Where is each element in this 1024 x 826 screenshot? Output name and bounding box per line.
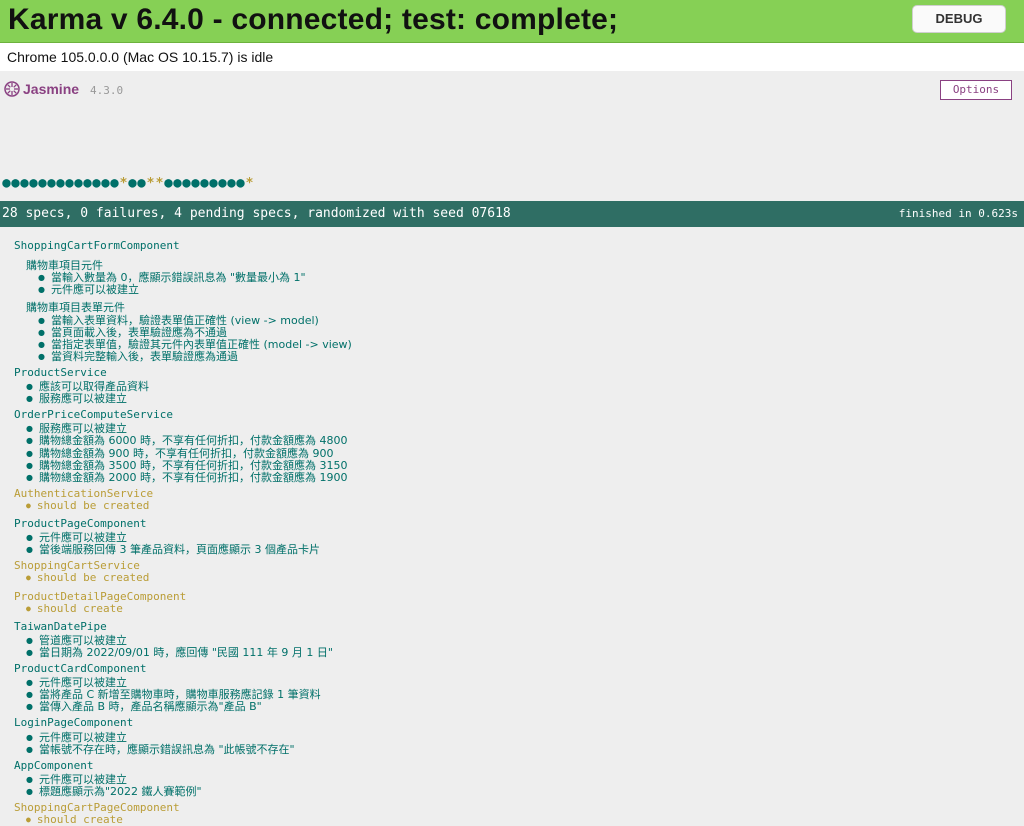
summary-text: 28 specs, 0 failures, 4 pending specs, r…: [2, 206, 511, 221]
pending-spec-dot[interactable]: *: [146, 176, 155, 191]
passed-spec-dot[interactable]: ●: [56, 175, 65, 191]
suite-link[interactable]: AppComponent: [14, 759, 93, 772]
suite-link[interactable]: AuthenticationService: [14, 487, 153, 500]
suite-link[interactable]: ProductService: [14, 366, 107, 379]
passed-spec-dot[interactable]: ●: [164, 175, 173, 191]
jasmine-version: 4.3.0: [90, 84, 124, 97]
spec-link[interactable]: 當日期為 2022/09/01 時，應回傳 "民國 111 年 9 月 1 日": [26, 644, 333, 660]
suite-link[interactable]: OrderPriceComputeService: [14, 408, 173, 421]
passed-spec-dot[interactable]: ●: [11, 175, 20, 191]
passed-spec-dot[interactable]: ●: [137, 175, 146, 191]
passed-spec-dot[interactable]: ●: [47, 175, 56, 191]
passed-spec-dot[interactable]: ●: [209, 175, 218, 191]
spec-dots: ●●●●●●●●●●●●●*●●**●●●●●●●●●*: [2, 172, 254, 191]
passed-spec-dot[interactable]: ●: [173, 175, 182, 191]
jasmine-header: Jasmine 4.3.0 Options: [0, 71, 1024, 107]
debug-button[interactable]: DEBUG: [912, 5, 1006, 33]
suite-link[interactable]: ShoppingCartFormComponent: [14, 239, 180, 252]
passed-spec-dot[interactable]: ●: [92, 175, 101, 191]
passed-spec-dot[interactable]: ●: [74, 175, 83, 191]
passed-spec-dot[interactable]: ●: [191, 175, 200, 191]
suite-link[interactable]: ProductPageComponent: [14, 517, 146, 530]
jasmine-logo-text: Jasmine: [23, 81, 80, 97]
pending-spec-dot[interactable]: *: [119, 176, 128, 191]
spec-link[interactable]: should create: [26, 813, 123, 826]
spec-link[interactable]: 當資料完整輸入後，表單驗證應為通過: [38, 348, 238, 364]
suite-link[interactable]: LoginPageComponent: [14, 716, 133, 729]
suite-link[interactable]: TaiwanDatePipe: [14, 620, 107, 633]
karma-banner: Karma v 6.4.0 - connected; test: complet…: [0, 0, 1024, 43]
passed-spec-dot[interactable]: ●: [29, 175, 38, 191]
spec-link[interactable]: 當傳入產品 B 時，產品名稱應顯示為"產品 B": [26, 698, 262, 714]
passed-spec-dot[interactable]: ●: [38, 175, 47, 191]
spec-link[interactable]: 當後端服務回傳 3 筆產品資料，頁面應顯示 3 個產品卡片: [26, 541, 320, 557]
jasmine-reporter: Jasmine 4.3.0 Options ●●●●●●●●●●●●●*●●**…: [0, 71, 1024, 826]
suite-link[interactable]: ProductDetailPageComponent: [14, 590, 186, 603]
pending-spec-dot[interactable]: *: [155, 176, 164, 191]
suite-link[interactable]: ShoppingCartPageComponent: [14, 801, 180, 814]
spec-link[interactable]: 標題應顯示為"2022 鐵人賽範例": [26, 783, 202, 799]
jasmine-flower-icon: [4, 81, 20, 97]
spec-link[interactable]: should be created: [26, 499, 150, 512]
options-button[interactable]: Options: [940, 80, 1012, 100]
spec-link[interactable]: should be created: [26, 571, 150, 584]
pending-spec-dot[interactable]: *: [245, 176, 254, 191]
summary-bar: 28 specs, 0 failures, 4 pending specs, r…: [0, 201, 1024, 227]
duration-text: finished in 0.623s: [898, 207, 1018, 220]
passed-spec-dot[interactable]: ●: [200, 175, 209, 191]
spec-link[interactable]: 當帳號不存在時，應顯示錯誤訊息為 "此帳號不存在": [26, 741, 295, 757]
passed-spec-dot[interactable]: ●: [182, 175, 191, 191]
karma-title: Karma v 6.4.0 - connected; test: complet…: [8, 3, 619, 36]
passed-spec-dot[interactable]: ●: [128, 175, 137, 191]
spec-link[interactable]: 服務應可以被建立: [26, 390, 127, 406]
passed-spec-dot[interactable]: ●: [65, 175, 74, 191]
passed-spec-dot[interactable]: ●: [83, 175, 92, 191]
passed-spec-dot[interactable]: ●: [218, 175, 227, 191]
passed-spec-dot[interactable]: ●: [101, 175, 110, 191]
passed-spec-dot[interactable]: ●: [20, 175, 29, 191]
suite-link[interactable]: ProductCardComponent: [14, 662, 146, 675]
suite-link[interactable]: ShoppingCartService: [14, 559, 140, 572]
jasmine-logo: Jasmine: [4, 81, 79, 97]
browser-status: Chrome 105.0.0.0 (Mac OS 10.15.7) is idl…: [0, 43, 1024, 71]
passed-spec-dot[interactable]: ●: [110, 175, 119, 191]
passed-spec-dot[interactable]: ●: [2, 175, 11, 191]
passed-spec-dot[interactable]: ●: [227, 175, 236, 191]
passed-spec-dot[interactable]: ●: [236, 175, 245, 191]
spec-link[interactable]: 元件應可以被建立: [38, 281, 139, 297]
spec-link[interactable]: should create: [26, 602, 123, 615]
spec-link[interactable]: 購物總金額為 2000 時，不享有任何折扣，付款金額應為 1900: [26, 469, 347, 485]
